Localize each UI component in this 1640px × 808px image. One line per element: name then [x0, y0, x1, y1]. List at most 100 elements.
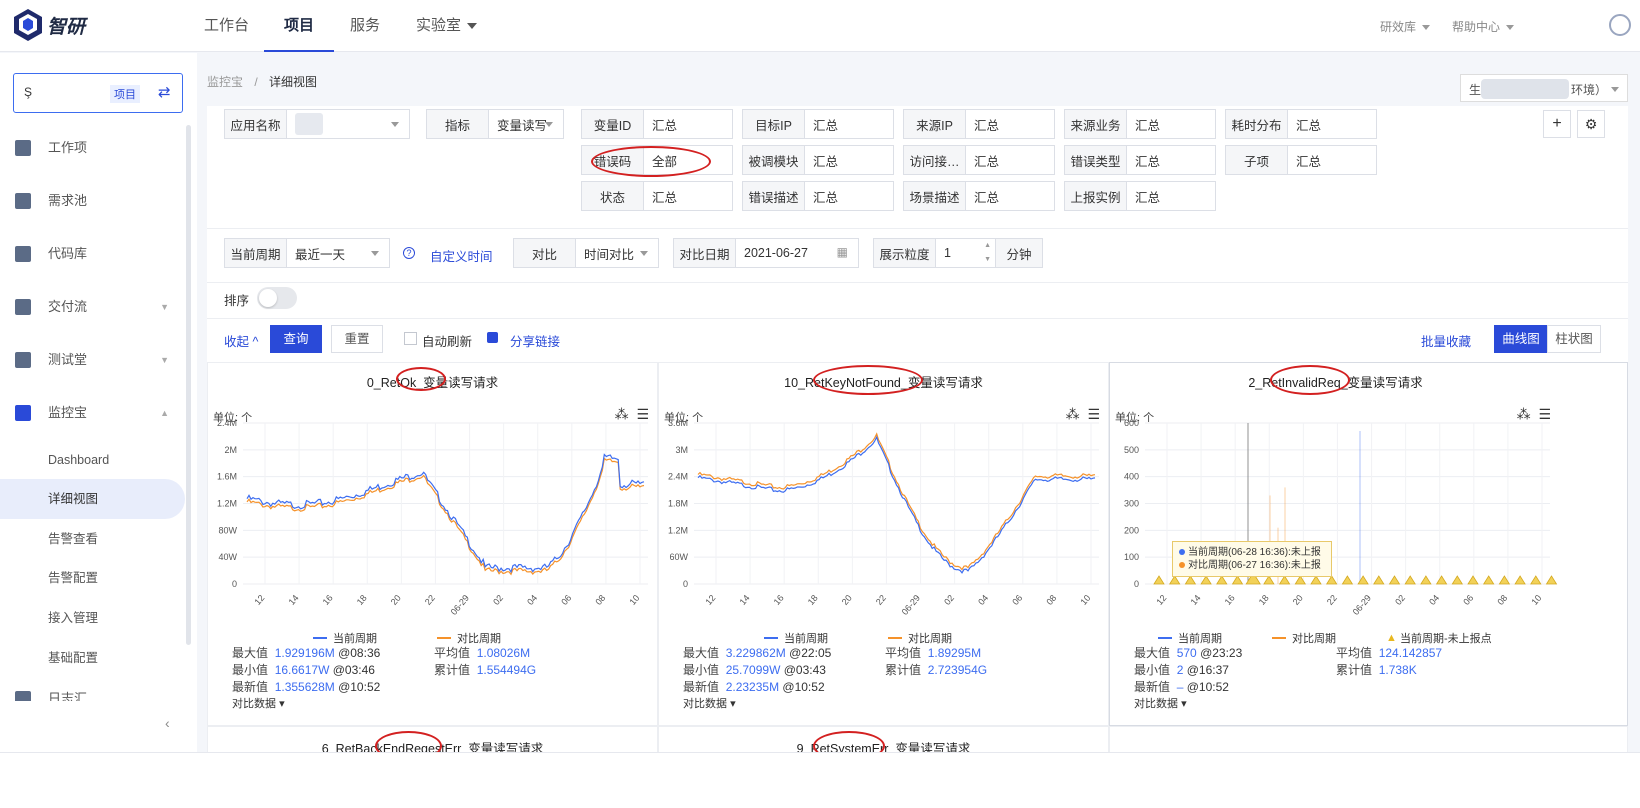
- filter-value[interactable]: 汇总: [644, 110, 732, 138]
- gear-icon[interactable]: ⚙: [1577, 110, 1605, 138]
- filter-value[interactable]: 汇总: [966, 182, 1054, 210]
- stat-label: 累计值: [434, 663, 471, 677]
- filter-value[interactable]: 汇总: [805, 110, 893, 138]
- filter-value[interactable]: 汇总: [966, 110, 1054, 138]
- sidebar-subitem-alert-config[interactable]: 告警配置: [0, 558, 185, 598]
- redacted-block: [295, 113, 323, 135]
- sidebar-item-monitor[interactable]: 监控宝 ▲: [0, 393, 197, 433]
- help-icon[interactable]: ?: [403, 247, 415, 259]
- current-period-select[interactable]: 当前周期 最近一天: [224, 238, 390, 268]
- filter-value[interactable]: [287, 110, 409, 138]
- legend-compare[interactable]: 对比周期: [457, 630, 501, 646]
- filter-value[interactable]: 汇总: [805, 146, 893, 174]
- collapse-link[interactable]: 收起 ^: [224, 331, 258, 350]
- environment-select[interactable]: 生 环境）: [1460, 74, 1628, 102]
- filter-callee-module[interactable]: 被调模块 汇总: [742, 145, 894, 175]
- stat-value: 1.355628M: [274, 680, 335, 694]
- nav-item-service[interactable]: 服务: [350, 0, 380, 52]
- add-icon[interactable]: +: [1543, 110, 1571, 138]
- y-tick-label: 2M: [224, 445, 237, 455]
- chevron-down-icon: [1506, 25, 1515, 31]
- sidebar-subitem-base-config[interactable]: 基础配置: [0, 638, 185, 678]
- legend-compare[interactable]: 对比周期: [1292, 630, 1336, 646]
- project-switcher[interactable]: Ş 项目 ⇄: [13, 73, 183, 113]
- nav-item-workbench[interactable]: 工作台: [204, 0, 249, 52]
- legend-current[interactable]: 当前周期: [1178, 630, 1222, 646]
- auto-refresh-checkbox[interactable]: [404, 332, 417, 345]
- filter-interface[interactable]: 访问接… 汇总: [903, 145, 1055, 175]
- nav-item-lab[interactable]: 实验室: [416, 0, 478, 52]
- filter-error-type[interactable]: 错误类型 汇总: [1064, 145, 1216, 175]
- query-button[interactable]: 查询: [270, 325, 322, 353]
- compare-date-picker[interactable]: 对比日期 2021-06-27 ▦: [673, 238, 859, 268]
- sidebar-item-delivery[interactable]: 交付流 ▼: [0, 287, 197, 327]
- sidebar-item-workitems[interactable]: 工作项: [0, 128, 197, 168]
- breadcrumb-root[interactable]: 监控宝: [207, 75, 243, 89]
- legend-current[interactable]: 当前周期: [333, 630, 377, 646]
- y-tick-label: 1.6M: [217, 472, 237, 482]
- nav-link-help[interactable]: 帮助中心: [1452, 18, 1515, 35]
- filter-value[interactable]: 时间对比: [576, 239, 658, 267]
- swap-icon[interactable]: ⇄: [158, 83, 171, 101]
- filter-target-ip[interactable]: 目标IP 汇总: [742, 109, 894, 139]
- compare-data-toggle[interactable]: 对比数据: [232, 698, 276, 710]
- filter-label: 变量ID: [582, 110, 644, 138]
- filter-scene-desc[interactable]: 场景描述 汇总: [903, 181, 1055, 211]
- reset-button[interactable]: 重置: [331, 325, 383, 353]
- compare-data-toggle[interactable]: 对比数据: [683, 698, 727, 710]
- nav-link-library[interactable]: 研效库: [1380, 18, 1431, 35]
- granularity-input[interactable]: 1 ▲ ▼: [936, 239, 996, 267]
- sidebar-subitem-dashboard[interactable]: Dashboard: [0, 440, 185, 480]
- compare-data-toggle[interactable]: 对比数据: [1134, 698, 1178, 710]
- collapse-sidebar-icon[interactable]: ‹: [165, 715, 170, 731]
- filter-value[interactable]: 汇总: [1127, 146, 1215, 174]
- custom-time-link[interactable]: 自定义时间: [430, 246, 493, 265]
- filter-value[interactable]: 汇总: [805, 182, 893, 210]
- filter-error-desc[interactable]: 错误描述 汇总: [742, 181, 894, 211]
- sidebar-scrollbar[interactable]: [186, 125, 191, 645]
- filter-value[interactable]: 汇总: [966, 146, 1054, 174]
- filter-value[interactable]: 汇总: [1127, 182, 1215, 210]
- bar-chart-toggle[interactable]: 柱状图: [1547, 325, 1601, 353]
- filter-source-ip[interactable]: 来源IP 汇总: [903, 109, 1055, 139]
- missing-point-marker: [1168, 575, 1181, 585]
- filter-app-name[interactable]: 应用名称: [224, 109, 410, 139]
- compare-select[interactable]: 对比 时间对比: [513, 238, 659, 268]
- sidebar-item-logs[interactable]: 日志汇: [0, 681, 197, 701]
- batch-favorite-link[interactable]: 批量收藏: [1421, 331, 1471, 350]
- legend-missing[interactable]: 当前周期-未上报点: [1400, 630, 1492, 646]
- filter-value[interactable]: 变量读写: [489, 110, 563, 138]
- filter-var-id[interactable]: 变量ID 汇总: [581, 109, 733, 139]
- sidebar-item-requirements[interactable]: 需求池: [0, 181, 197, 221]
- sort-toggle[interactable]: [257, 287, 297, 309]
- filter-status[interactable]: 状态 汇总: [581, 181, 733, 211]
- filter-report-instance[interactable]: 上报实例 汇总: [1064, 181, 1216, 211]
- sidebar-item-testing[interactable]: 测试堂 ▼: [0, 340, 197, 380]
- nav-item-project[interactable]: 项目: [264, 0, 335, 52]
- filter-sub-item[interactable]: 子项 汇总: [1225, 145, 1377, 175]
- stepper-arrows-icon[interactable]: ▲ ▼: [984, 239, 991, 267]
- share-link[interactable]: 分享链接: [510, 331, 560, 350]
- sidebar-subitem-detail-view[interactable]: 详细视图: [0, 479, 185, 519]
- legend-compare[interactable]: 对比周期: [908, 630, 952, 646]
- missing-point-marker: [1388, 575, 1401, 585]
- filter-value[interactable]: 最近一天: [287, 239, 389, 267]
- granularity-stepper[interactable]: 展示粒度 1 ▲ ▼ 分钟: [873, 238, 1043, 268]
- missing-point-marker: [1200, 575, 1212, 585]
- sidebar-subitem-alert-view[interactable]: 告警查看: [0, 519, 185, 559]
- line-chart-toggle[interactable]: 曲线图: [1494, 325, 1548, 353]
- filter-value[interactable]: 汇总: [644, 182, 732, 210]
- share-icon[interactable]: [487, 332, 498, 343]
- filter-value[interactable]: 汇总: [1288, 146, 1376, 174]
- filter-value[interactable]: 汇总: [1288, 110, 1376, 138]
- filter-value[interactable]: 2021-06-27 ▦: [736, 239, 858, 267]
- sidebar-item-code[interactable]: 代码库: [0, 234, 197, 274]
- legend-current[interactable]: 当前周期: [784, 630, 828, 646]
- sidebar-subitem-access[interactable]: 接入管理: [0, 598, 185, 638]
- filter-value[interactable]: 汇总: [1127, 110, 1215, 138]
- filter-source-business[interactable]: 来源业务 汇总: [1064, 109, 1216, 139]
- logo[interactable]: 智研: [13, 8, 85, 42]
- user-avatar[interactable]: [1609, 14, 1631, 36]
- filter-latency-dist[interactable]: 耗时分布 汇总: [1225, 109, 1377, 139]
- filter-metric[interactable]: 指标 变量读写: [426, 109, 564, 139]
